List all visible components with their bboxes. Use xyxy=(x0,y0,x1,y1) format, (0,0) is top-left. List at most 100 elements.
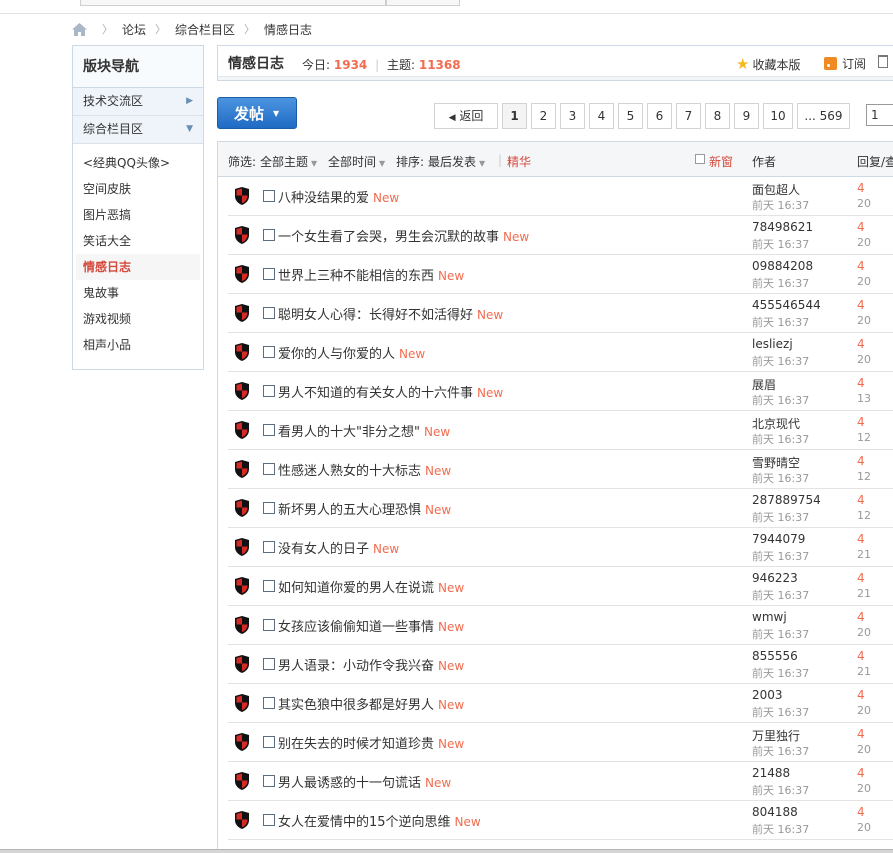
thread-title-link[interactable]: 聪明女人心得：长得好不如活得好 New xyxy=(278,304,503,323)
breadcrumb-item[interactable]: 综合栏目区 xyxy=(175,21,235,38)
sidebar-item-game-videos[interactable]: 游戏视频 xyxy=(73,306,203,332)
thread-status-shield-icon[interactable] xyxy=(234,616,250,634)
thread-status-shield-icon[interactable] xyxy=(234,733,250,751)
new-post-button[interactable]: 发帖 ▼ xyxy=(217,97,297,129)
page-button[interactable]: 6 xyxy=(647,103,672,129)
thread-author[interactable]: 北京现代 xyxy=(752,415,800,432)
thread-author[interactable]: 455546544 xyxy=(752,298,821,312)
thread-checkbox[interactable] xyxy=(263,658,275,670)
breadcrumb-item[interactable]: 论坛 xyxy=(122,21,146,38)
sidebar-item-funny-pics[interactable]: 图片恶搞 xyxy=(73,202,203,228)
sidebar-group-tech[interactable]: 技术交流区 ▶ xyxy=(73,88,203,116)
trash-button[interactable] xyxy=(878,55,888,68)
thread-status-shield-icon[interactable] xyxy=(234,538,250,556)
thread-replies[interactable]: 4 xyxy=(857,298,865,312)
thread-checkbox[interactable] xyxy=(263,580,275,592)
thread-replies[interactable]: 4 xyxy=(857,727,865,741)
thread-status-shield-icon[interactable] xyxy=(234,577,250,595)
sidebar-item-jokes[interactable]: 笑话大全 xyxy=(73,228,203,254)
sidebar-item-qq-avatar[interactable]: <经典QQ头像> xyxy=(73,150,203,176)
thread-checkbox[interactable] xyxy=(263,424,275,436)
thread-replies[interactable]: 4 xyxy=(857,805,865,819)
thread-title-link[interactable]: 男人语录：小动作令我兴奋 New xyxy=(278,655,464,674)
thread-title-link[interactable]: 女孩应该偷偷知道一些事情 New xyxy=(278,616,464,635)
thread-checkbox[interactable] xyxy=(263,463,275,475)
subscribe-button[interactable]: 订阅 xyxy=(824,55,866,72)
filter-all-threads[interactable]: 全部主题 ▼ xyxy=(260,153,317,170)
thread-status-shield-icon[interactable] xyxy=(234,694,250,712)
sidebar-item-skins[interactable]: 空间皮肤 xyxy=(73,176,203,202)
page-button[interactable]: 9 xyxy=(734,103,759,129)
thread-replies[interactable]: 4 xyxy=(857,766,865,780)
thread-status-shield-icon[interactable] xyxy=(234,811,250,829)
thread-replies[interactable]: 4 xyxy=(857,649,865,663)
thread-title-link[interactable]: 其实色狼中很多都是好男人 New xyxy=(278,694,464,713)
sidebar-item-crosstalk[interactable]: 相声小品 xyxy=(73,332,203,358)
thread-status-shield-icon[interactable] xyxy=(234,382,250,400)
thread-title-link[interactable]: 男人不知道的有关女人的十六件事 New xyxy=(278,382,503,401)
last-page-button[interactable]: ... 569 xyxy=(797,103,850,129)
thread-replies[interactable]: 4 xyxy=(857,337,865,351)
thread-checkbox[interactable] xyxy=(263,229,275,241)
breadcrumb-item[interactable]: 情感日志 xyxy=(264,21,312,38)
thread-title-link[interactable]: 女人在爱情中的15个逆向思维 New xyxy=(278,811,481,830)
thread-checkbox[interactable] xyxy=(263,814,275,826)
thread-title-link[interactable]: 如何知道你爱的男人在说谎 New xyxy=(278,577,464,596)
page-button[interactable]: 5 xyxy=(618,103,643,129)
thread-author[interactable]: 万里独行 xyxy=(752,727,800,744)
thread-replies[interactable]: 4 xyxy=(857,376,865,390)
thread-status-shield-icon[interactable] xyxy=(234,499,250,517)
thread-author[interactable]: lesliezj xyxy=(752,337,793,351)
thread-status-shield-icon[interactable] xyxy=(234,460,250,478)
thread-replies[interactable]: 4 xyxy=(857,532,865,546)
sort-dropdown[interactable]: 最后发表 ▼ xyxy=(428,153,485,170)
thread-title-link[interactable]: 八种没结果的爱 New xyxy=(278,187,399,206)
thread-author[interactable]: 面包超人 xyxy=(752,181,800,198)
thread-status-shield-icon[interactable] xyxy=(234,304,250,322)
thread-replies[interactable]: 4 xyxy=(857,688,865,702)
search-box-remnant[interactable] xyxy=(80,0,386,6)
thread-author[interactable]: 7944079 xyxy=(752,532,805,546)
sidebar-item-ghost-stories[interactable]: 鬼故事 xyxy=(73,280,203,306)
thread-replies[interactable]: 4 xyxy=(857,220,865,234)
page-button[interactable]: 2 xyxy=(531,103,556,129)
thread-checkbox[interactable] xyxy=(263,190,275,202)
thread-checkbox[interactable] xyxy=(263,268,275,280)
thread-title-link[interactable]: 一个女生看了会哭，男生会沉默的故事 New xyxy=(278,226,529,245)
thread-status-shield-icon[interactable] xyxy=(234,772,250,790)
home-icon[interactable] xyxy=(72,22,87,36)
filter-all-time[interactable]: 全部时间 ▼ xyxy=(328,153,385,170)
thread-status-shield-icon[interactable] xyxy=(234,421,250,439)
thread-author[interactable]: 09884208 xyxy=(752,259,813,273)
thread-status-shield-icon[interactable] xyxy=(234,226,250,244)
sidebar-item-emotion-diary[interactable]: 情感日志 xyxy=(76,254,200,280)
thread-checkbox[interactable] xyxy=(263,697,275,709)
thread-author[interactable]: 946223 xyxy=(752,571,798,585)
digest-filter[interactable]: 精华 xyxy=(507,153,531,170)
thread-replies[interactable]: 4 xyxy=(857,415,865,429)
thread-title-link[interactable]: 爱你的人与你爱的人 New xyxy=(278,343,425,362)
page-button[interactable]: 7 xyxy=(676,103,701,129)
thread-checkbox[interactable] xyxy=(263,541,275,553)
thread-replies[interactable]: 4 xyxy=(857,181,865,195)
thread-replies[interactable]: 4 xyxy=(857,493,865,507)
page-button[interactable]: 3 xyxy=(560,103,585,129)
thread-replies[interactable]: 4 xyxy=(857,454,865,468)
sidebar-group-general[interactable]: 综合栏目区 ▼ xyxy=(73,116,203,144)
thread-status-shield-icon[interactable] xyxy=(234,655,250,673)
thread-status-shield-icon[interactable] xyxy=(234,343,250,361)
thread-author[interactable]: 雪野晴空 xyxy=(752,454,800,471)
thread-title-link[interactable]: 男人最诱惑的十一句谎话 New xyxy=(278,772,451,791)
thread-author[interactable]: 855556 xyxy=(752,649,798,663)
thread-checkbox[interactable] xyxy=(263,736,275,748)
thread-author[interactable]: 804188 xyxy=(752,805,798,819)
page-button[interactable]: 4 xyxy=(589,103,614,129)
thread-author[interactable]: 2003 xyxy=(752,688,783,702)
thread-replies[interactable]: 4 xyxy=(857,571,865,585)
page-number-input[interactable]: 1 xyxy=(866,104,893,126)
thread-replies[interactable]: 4 xyxy=(857,259,865,273)
thread-checkbox[interactable] xyxy=(263,385,275,397)
thread-title-link[interactable]: 性感迷人熟女的十大标志 New xyxy=(278,460,451,479)
thread-checkbox[interactable] xyxy=(263,502,275,514)
thread-status-shield-icon[interactable] xyxy=(234,187,250,205)
